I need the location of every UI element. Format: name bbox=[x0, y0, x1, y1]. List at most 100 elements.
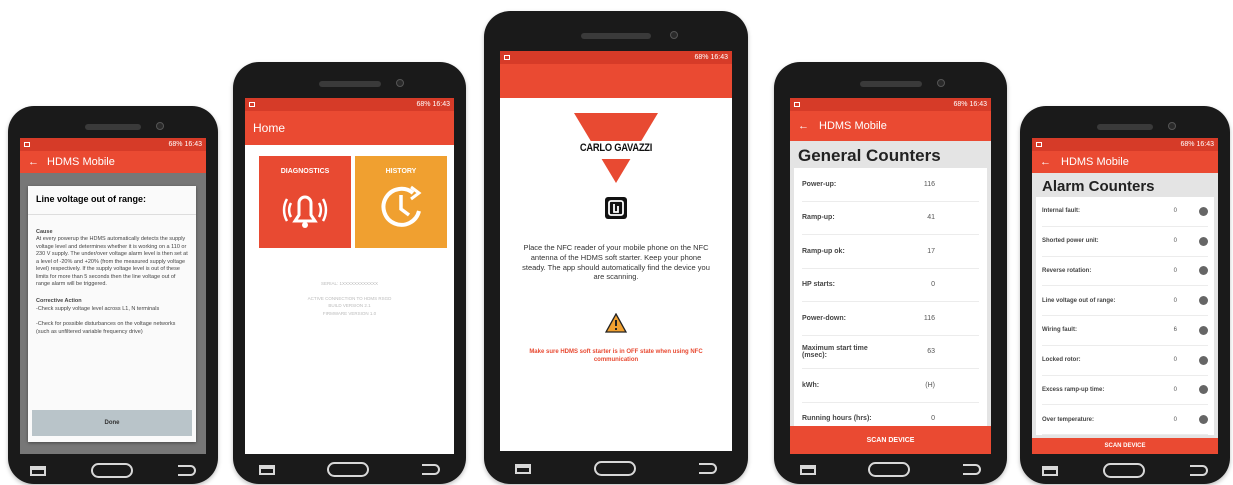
app-title: HDMS Mobile bbox=[47, 156, 115, 168]
counter-row: Locked rotor: 0 bbox=[1042, 346, 1208, 376]
cause-text: At every powerup the HDMS automatically … bbox=[36, 236, 188, 287]
screen: 68% 16:43 ← HDMS Mobile Line voltage out… bbox=[20, 138, 206, 454]
counter-value: 116 bbox=[923, 180, 935, 188]
general-counters-list: Power-up: 116 Ramp-up: 41 Ramp-up ok: 17 HP st… bbox=[794, 168, 987, 436]
counter-row: Excess ramp-up time: 0 bbox=[1042, 376, 1208, 406]
home-icon[interactable] bbox=[868, 462, 911, 477]
counter-row: Line voltage out of range: 0 bbox=[1042, 286, 1208, 316]
cause-heading: Cause bbox=[36, 229, 53, 235]
info-icon[interactable] bbox=[1199, 266, 1208, 276]
diagnostics-tile[interactable]: DIAGNOSTICS bbox=[259, 156, 351, 248]
counter-label: Excess ramp-up time: bbox=[1042, 386, 1105, 393]
speaker bbox=[1097, 124, 1153, 130]
recent-apps-icon[interactable] bbox=[259, 464, 276, 475]
counter-value: 63 bbox=[927, 348, 935, 356]
recent-apps-icon[interactable] bbox=[800, 464, 817, 475]
counter-value: 0 bbox=[931, 415, 935, 423]
nfc-instruction: Place the NFC reader of your mobile phon… bbox=[522, 243, 710, 282]
recent-apps-icon[interactable] bbox=[30, 465, 47, 476]
history-tile[interactable]: HISTORY bbox=[355, 156, 447, 248]
counter-row: Shorted power unit: 0 bbox=[1042, 227, 1208, 257]
done-button[interactable]: Done bbox=[32, 410, 192, 436]
info-icon[interactable] bbox=[1199, 325, 1208, 335]
counter-row: Power-up: 116 bbox=[802, 168, 979, 202]
status-bar: 68% 16:43 bbox=[1032, 138, 1218, 151]
footer-line: SERIAL: 1XXXXXXXXXXXX bbox=[320, 281, 379, 286]
counter-label: Power-up: bbox=[802, 180, 837, 188]
camera bbox=[156, 122, 164, 130]
camera bbox=[1168, 122, 1176, 130]
back-arrow-icon[interactable]: ← bbox=[798, 120, 809, 132]
counter-label: Shorted power unit: bbox=[1042, 238, 1099, 245]
app-bar: Home bbox=[245, 111, 454, 145]
home-icon[interactable] bbox=[327, 462, 370, 477]
scan-device-button[interactable]: SCAN DEVICE bbox=[1032, 438, 1218, 454]
screen: 68% 16:43 Home DIAGNOSTICS HISTORY SERIA… bbox=[245, 98, 454, 454]
camera bbox=[670, 31, 678, 39]
phone-alert: 68% 16:43 ← HDMS Mobile Line voltage out… bbox=[8, 106, 218, 484]
nfc-icon bbox=[605, 197, 627, 219]
app-bar: ← HDMS Mobile bbox=[1032, 151, 1218, 173]
counter-row: Wiring fault: 6 bbox=[1042, 316, 1208, 346]
counter-row: Internal fault: 0 bbox=[1042, 197, 1208, 227]
home-icon[interactable] bbox=[593, 461, 636, 476]
counter-label: Wiring fault: bbox=[1042, 327, 1077, 334]
counter-value: 0 bbox=[1173, 416, 1177, 423]
back-icon[interactable] bbox=[962, 464, 981, 475]
back-icon[interactable] bbox=[698, 463, 717, 474]
back-icon[interactable] bbox=[421, 464, 440, 475]
phone-home: 68% 16:43 Home DIAGNOSTICS HISTORY SERIA… bbox=[233, 62, 466, 484]
counter-value: 17 bbox=[927, 247, 935, 255]
home-title: Home bbox=[253, 121, 286, 135]
counter-label: Internal fault: bbox=[1042, 208, 1081, 215]
info-icon[interactable] bbox=[1199, 296, 1208, 306]
phone-alarm-counters: 68% 16:43 ← HDMS Mobile Alarm Counters I… bbox=[1020, 106, 1230, 484]
info-icon[interactable] bbox=[1199, 355, 1208, 365]
counter-value: 0 bbox=[931, 281, 935, 289]
counter-label: Reverse rotation: bbox=[1042, 267, 1092, 274]
info-icon[interactable] bbox=[1199, 206, 1208, 216]
counter-label: HP starts: bbox=[802, 281, 835, 289]
info-icon[interactable] bbox=[1199, 236, 1208, 246]
brand-logo: CARLO GAVAZZI bbox=[570, 111, 662, 194]
action-heading: Corrective Action bbox=[36, 298, 82, 305]
app-bar: ← HDMS Mobile bbox=[20, 151, 206, 173]
bell-icon bbox=[282, 195, 328, 228]
counter-label: Ramp-up ok: bbox=[802, 247, 845, 255]
recent-apps-icon[interactable] bbox=[1042, 465, 1059, 476]
status-bar: 68% 16:43 bbox=[245, 98, 454, 111]
screen: 68% 16:43 ← HDMS Mobile Alarm Counters I… bbox=[1032, 138, 1218, 454]
counter-value: 41 bbox=[927, 214, 935, 222]
counter-value: (H) bbox=[925, 381, 935, 389]
back-arrow-icon[interactable]: ← bbox=[1040, 156, 1051, 168]
speaker bbox=[85, 124, 141, 130]
speaker bbox=[318, 81, 381, 87]
info-icon[interactable] bbox=[1199, 415, 1208, 425]
recent-apps-icon[interactable] bbox=[515, 463, 532, 474]
back-arrow-icon[interactable]: ← bbox=[28, 156, 39, 168]
back-icon[interactable] bbox=[1189, 465, 1208, 476]
counter-label: kWh: bbox=[802, 381, 820, 389]
info-icon[interactable] bbox=[1199, 385, 1208, 395]
scan-device-button[interactable]: SCAN DEVICE bbox=[790, 426, 991, 454]
status-bar: 68% 16:43 bbox=[500, 51, 732, 64]
camera bbox=[396, 79, 404, 87]
brand-name: CARLO GAVAZZI bbox=[579, 142, 653, 154]
general-counters-heading: General Counters bbox=[798, 146, 941, 165]
counter-label: Running hours (hrs): bbox=[802, 415, 872, 423]
back-icon[interactable] bbox=[177, 465, 196, 476]
diagnostics-label: DIAGNOSTICS bbox=[280, 168, 330, 175]
counter-row: kWh: (H) bbox=[802, 369, 979, 403]
home-icon[interactable] bbox=[1102, 463, 1145, 478]
home-icon[interactable] bbox=[90, 463, 133, 478]
alarm-counters-list: Internal fault: 0 Shorted power unit: 0 Reve… bbox=[1036, 197, 1214, 435]
status-bar: 68% 16:43 bbox=[20, 138, 206, 151]
footer-line: FIRMWARE VERSION 1.0 bbox=[322, 310, 377, 316]
counter-value: 0 bbox=[1173, 267, 1177, 274]
nav-bar bbox=[1020, 463, 1230, 478]
alert-title: Line voltage out of range: bbox=[28, 186, 196, 215]
history-label: HISTORY bbox=[385, 168, 417, 175]
nfc-warning: Make sure HDMS soft starter is in OFF st… bbox=[529, 349, 703, 364]
app-bar: ← HDMS Mobile bbox=[790, 111, 991, 141]
counter-row: Ramp-up ok: 17 bbox=[802, 235, 979, 269]
